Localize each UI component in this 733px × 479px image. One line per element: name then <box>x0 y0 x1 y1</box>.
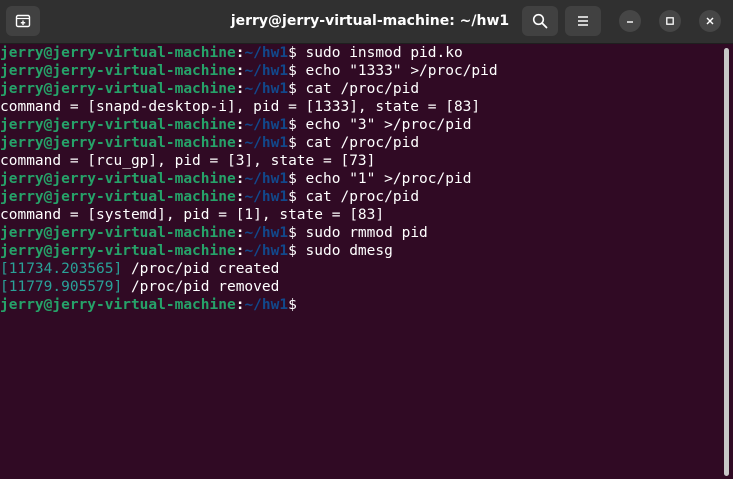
prompt-user-host: jerry@jerry-virtual-machine <box>0 189 236 205</box>
prompt-path: ~/hw1 <box>244 63 289 79</box>
prompt-line: jerry@jerry-virtual-machine:~/hw1$ cat /… <box>0 80 720 98</box>
prompt-user-host: jerry@jerry-virtual-machine <box>0 243 236 259</box>
output-line: command = [snapd-desktop-i], pid = [1333… <box>0 98 720 116</box>
prompt-symbol: $ <box>288 81 297 97</box>
maximize-button[interactable] <box>659 10 681 32</box>
scrollbar[interactable] <box>720 44 733 479</box>
command-text: cat /proc/pid <box>296 189 420 205</box>
title-bar: jerry@jerry-virtual-machine: ~/hw1 <box>0 0 733 44</box>
prompt-symbol: $ <box>288 225 297 241</box>
terminal-output[interactable]: jerry@jerry-virtual-machine:~/hw1$ sudo … <box>0 44 720 479</box>
command-text: echo "1" >/proc/pid <box>296 171 472 187</box>
prompt-user-host: jerry@jerry-virtual-machine <box>0 45 236 61</box>
output-line: command = [systemd], pid = [1], state = … <box>0 206 720 224</box>
prompt-symbol: $ <box>288 189 297 205</box>
hamburger-menu-icon <box>578 16 588 26</box>
maximize-icon <box>666 17 674 25</box>
prompt-path: ~/hw1 <box>244 81 289 97</box>
prompt-line: jerry@jerry-virtual-machine:~/hw1$ echo … <box>0 116 720 134</box>
output-text: command = [rcu_gp], pid = [3], state = [… <box>0 153 376 169</box>
prompt-user-host: jerry@jerry-virtual-machine <box>0 225 236 241</box>
prompt-line: jerry@jerry-virtual-machine:~/hw1$ echo … <box>0 62 720 80</box>
prompt-symbol: $ <box>288 117 297 133</box>
output-line: command = [rcu_gp], pid = [3], state = [… <box>0 152 720 170</box>
command-text: echo "1333" >/proc/pid <box>296 63 498 79</box>
prompt-line: jerry@jerry-virtual-machine:~/hw1$ cat /… <box>0 134 720 152</box>
search-button[interactable] <box>522 6 558 36</box>
prompt-user-host: jerry@jerry-virtual-machine <box>0 171 236 187</box>
prompt-user-host: jerry@jerry-virtual-machine <box>0 81 236 97</box>
output-text: /proc/pid created <box>122 261 280 277</box>
window-title: jerry@jerry-virtual-machine: ~/hw1 <box>230 13 510 29</box>
prompt-line: jerry@jerry-virtual-machine:~/hw1$ <box>0 296 720 314</box>
prompt-path: ~/hw1 <box>244 243 289 259</box>
prompt-symbol: $ <box>288 243 297 259</box>
output-text: command = [snapd-desktop-i], pid = [1333… <box>0 99 481 115</box>
prompt-user-host: jerry@jerry-virtual-machine <box>0 297 236 313</box>
prompt-line: jerry@jerry-virtual-machine:~/hw1$ sudo … <box>0 224 720 242</box>
output-line: [11734.203565] /proc/pid created <box>0 260 720 278</box>
prompt-user-host: jerry@jerry-virtual-machine <box>0 135 236 151</box>
command-text: cat /proc/pid <box>296 135 420 151</box>
terminal-window: jerry@jerry-virtual-machine: ~/hw1 jerry… <box>0 0 733 479</box>
prompt-user-host: jerry@jerry-virtual-machine <box>0 63 236 79</box>
prompt-symbol: $ <box>288 45 297 61</box>
prompt-user-host: jerry@jerry-virtual-machine <box>0 117 236 133</box>
new-tab-icon <box>15 14 31 28</box>
prompt-symbol: $ <box>288 63 297 79</box>
prompt-symbol: $ <box>288 171 297 187</box>
prompt-line: jerry@jerry-virtual-machine:~/hw1$ cat /… <box>0 188 720 206</box>
prompt-line: jerry@jerry-virtual-machine:~/hw1$ echo … <box>0 170 720 188</box>
prompt-path: ~/hw1 <box>244 225 289 241</box>
command-text: cat /proc/pid <box>296 81 420 97</box>
menu-button[interactable] <box>565 6 601 36</box>
prompt-line: jerry@jerry-virtual-machine:~/hw1$ sudo … <box>0 242 720 260</box>
scrollbar-thumb[interactable] <box>724 48 729 476</box>
prompt-path: ~/hw1 <box>244 171 289 187</box>
command-text: sudo dmesg <box>296 243 393 259</box>
output-text: command = [systemd], pid = [1], state = … <box>0 207 385 223</box>
prompt-symbol: $ <box>288 297 297 313</box>
prompt-path: ~/hw1 <box>244 117 289 133</box>
minimize-icon <box>627 21 633 23</box>
prompt-line: jerry@jerry-virtual-machine:~/hw1$ sudo … <box>0 44 720 62</box>
dmesg-timestamp: [11734.203565] <box>0 261 123 277</box>
close-icon <box>706 17 714 25</box>
minimize-button[interactable] <box>619 10 641 32</box>
output-text: /proc/pid removed <box>122 279 280 295</box>
prompt-path: ~/hw1 <box>244 189 289 205</box>
command-text: sudo rmmod pid <box>296 225 428 241</box>
prompt-path: ~/hw1 <box>244 45 289 61</box>
new-tab-button[interactable] <box>6 6 40 36</box>
prompt-path: ~/hw1 <box>244 297 289 313</box>
prompt-path: ~/hw1 <box>244 135 289 151</box>
command-text: echo "3" >/proc/pid <box>296 117 472 133</box>
close-button[interactable] <box>699 10 721 32</box>
prompt-symbol: $ <box>288 135 297 151</box>
command-text: sudo insmod pid.ko <box>296 45 463 61</box>
output-line: [11779.905579] /proc/pid removed <box>0 278 720 296</box>
search-icon <box>532 13 548 29</box>
dmesg-timestamp: [11779.905579] <box>0 279 123 295</box>
